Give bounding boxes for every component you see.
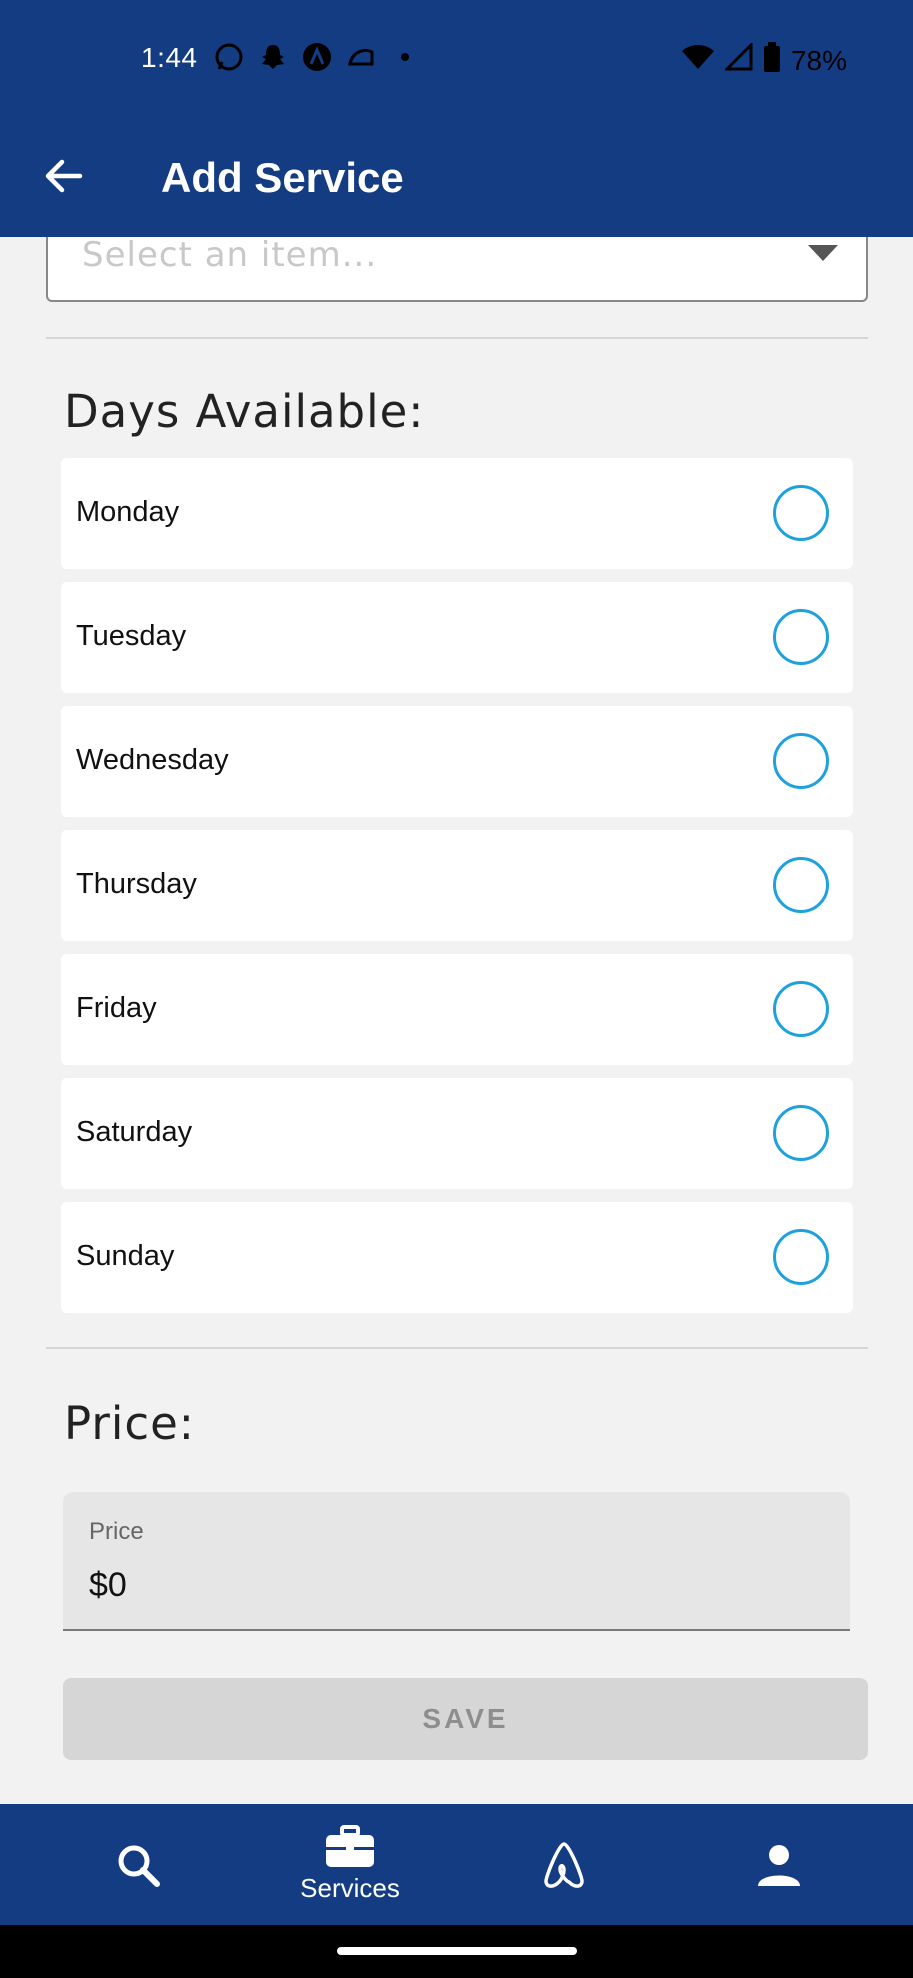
snapchat-icon: [258, 42, 288, 72]
radio-button[interactable]: [773, 857, 829, 913]
save-button[interactable]: SAVE: [63, 1678, 868, 1760]
divider: [46, 1347, 868, 1349]
status-time: 1:44: [141, 42, 198, 73]
days-section-title: Days Available:: [64, 385, 425, 438]
price-input-value[interactable]: $0: [89, 1566, 127, 1605]
day-label: Monday: [76, 496, 180, 528]
dot-icon: [390, 42, 420, 72]
notification-icons: [214, 42, 420, 72]
airbnb-logo-icon: [544, 1841, 584, 1888]
nav-item-profile[interactable]: [679, 1804, 879, 1925]
taco-bell-icon: [346, 42, 376, 72]
day-label: Tuesday: [76, 620, 187, 652]
whatsapp-icon: [214, 42, 244, 72]
scroll-content[interactable]: Select an item... Days Available: Monday…: [0, 237, 913, 1804]
battery-icon: [763, 42, 781, 79]
arrow-left-icon: [45, 159, 83, 193]
app-bar: Add Service: [0, 120, 913, 237]
day-label: Saturday: [76, 1116, 193, 1148]
day-option-tuesday[interactable]: Tuesday: [61, 582, 853, 693]
radio-button[interactable]: [773, 981, 829, 1037]
day-option-sunday[interactable]: Sunday: [61, 1202, 853, 1313]
status-bar: 1:44 78%: [0, 0, 913, 120]
day-option-wednesday[interactable]: Wednesday: [61, 706, 853, 817]
day-label: Sunday: [76, 1240, 175, 1272]
day-label: Thursday: [76, 868, 197, 900]
status-right: 78%: [681, 41, 847, 79]
wifi-icon: [681, 43, 715, 78]
day-option-friday[interactable]: Friday: [61, 954, 853, 1065]
chevron-down-icon: [808, 245, 838, 261]
battery-percent: 78%: [790, 44, 847, 76]
page-title: Add Service: [161, 154, 404, 201]
item-select-dropdown[interactable]: Select an item...: [46, 237, 868, 302]
system-nav-bar: [0, 1925, 913, 1978]
day-option-thursday[interactable]: Thursday: [61, 830, 853, 941]
radio-button[interactable]: [773, 609, 829, 665]
radio-button[interactable]: [773, 1105, 829, 1161]
price-input-label: Price: [89, 1518, 144, 1545]
day-label: Wednesday: [76, 744, 229, 776]
radio-button[interactable]: [773, 485, 829, 541]
day-option-monday[interactable]: Monday: [61, 458, 853, 569]
home-indicator[interactable]: [337, 1947, 577, 1955]
radio-button[interactable]: [773, 733, 829, 789]
search-icon: [118, 1845, 160, 1887]
nav-item-services[interactable]: Services: [250, 1804, 450, 1925]
person-icon: [758, 1844, 800, 1886]
nav-item-airbnb[interactable]: [464, 1804, 664, 1925]
back-button[interactable]: [36, 148, 92, 204]
radio-button[interactable]: [773, 1229, 829, 1285]
day-label: Friday: [76, 992, 157, 1024]
nav-item-search[interactable]: [38, 1804, 238, 1925]
divider: [46, 337, 868, 339]
price-input[interactable]: Price $0: [63, 1492, 850, 1631]
price-section-title: Price:: [64, 1397, 195, 1450]
nav-label-services: Services: [300, 1873, 400, 1903]
arc-app-icon: [302, 42, 332, 72]
day-option-saturday[interactable]: Saturday: [61, 1078, 853, 1189]
bottom-nav: Services: [0, 1804, 913, 1925]
item-select-placeholder: Select an item...: [82, 237, 378, 275]
briefcase-icon: [326, 1825, 374, 1867]
cellular-signal-icon: [723, 41, 753, 78]
